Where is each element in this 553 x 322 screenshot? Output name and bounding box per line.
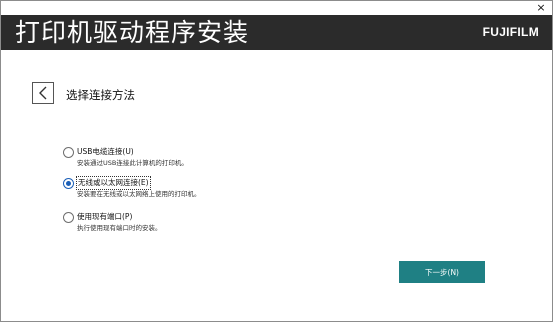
close-button[interactable]: × [530, 1, 552, 15]
title-bar: × [1, 1, 552, 15]
page-title: 打印机驱动程序安装 [15, 18, 250, 47]
installer-window: × 打印机驱动程序安装 FUJIFILM 选择连接方法 USB电缆连接(U) 安… [0, 0, 553, 322]
header-banner: 打印机驱动程序安装 FUJIFILM [1, 15, 552, 50]
next-button[interactable]: 下一步(N) [399, 261, 485, 283]
option-existing-port-label: 使用现有端口(P) [77, 212, 133, 221]
radio-wireless-ethernet[interactable] [63, 178, 74, 189]
radio-existing-port[interactable] [63, 212, 74, 223]
section-title: 选择连接方法 [66, 88, 135, 102]
option-usb-label: USB电缆连接(U) [77, 147, 134, 156]
option-usb-description: 安装通过USB连接此计算机的打印机。 [77, 159, 188, 167]
option-wireless-ethernet-label: 无线或以太网连接(E) [76, 176, 151, 190]
brand-logo: FUJIFILM [482, 25, 539, 39]
chevron-left-icon [39, 86, 47, 100]
option-existing-port-description: 执行使用现有端口时的安装。 [77, 224, 162, 232]
option-wireless-ethernet-description: 安装要在无线或以太网络上使用的打印机。 [77, 190, 201, 198]
back-button[interactable] [32, 82, 54, 104]
radio-usb[interactable] [63, 147, 74, 158]
